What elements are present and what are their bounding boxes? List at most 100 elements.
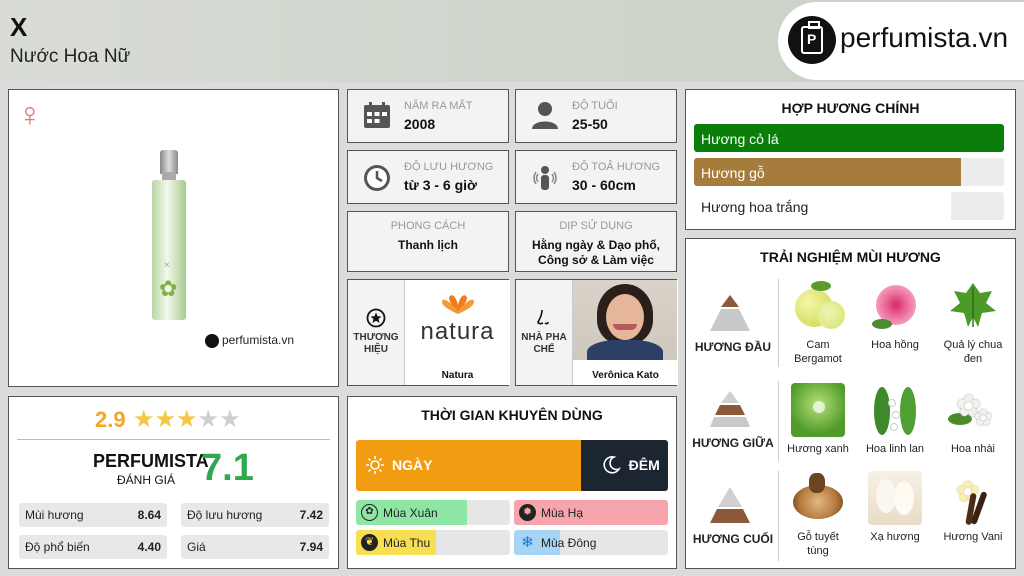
info-year: Năm ra mắt 2008 [347,89,509,143]
longevity-label: Độ lưu hương [404,161,494,173]
accords-title: HỢP HƯƠNG CHÍNH [781,100,920,116]
note-bergamot[interactable]: Cam Bergamot [786,279,850,366]
style-label: PHONG CÁCH [390,220,466,232]
brand-label: THƯƠNG HIỆU [353,332,399,355]
metric-popularity: Độ phổ biến 4.40 [19,535,167,559]
perfumista-rating-sub: ĐÁNH GIÁ [117,473,176,487]
header: X Nước Hoa Nữ P perfumista.vn [0,0,1024,82]
year-value: 2008 [404,116,436,132]
note-label: Hoa nhài [950,443,996,455]
metric-value: 4.40 [137,540,161,554]
note-label: Hương Vani [943,531,1003,543]
image-watermark: perfumista.vn [205,333,294,348]
watermark-text: perfumista.vn [222,333,295,347]
product-title: X [10,12,28,42]
note-cedarwood[interactable]: Gỗ tuyết tùng [786,471,850,558]
info-age: Độ tuổi 25-50 [515,89,677,143]
night-segment: ĐÊM [580,440,668,491]
star-icon: ★ [176,406,198,433]
middle-notes-label: HƯƠNG GIỮA [692,436,774,450]
pyramid-middle-icon [710,391,750,427]
clock-icon [364,165,390,191]
moon-icon [603,456,621,474]
accord-label: Hương hoa trắng [701,199,809,215]
rating-divider [17,439,330,440]
note-label: Xạ hương [870,531,920,543]
season-label: Mùa Hạ [541,506,584,520]
note-green[interactable]: Hương xanh [786,383,850,456]
season-label: Mùa Xuân [383,506,438,520]
notes-divider [778,381,779,461]
rating-card: 2.9 ★★★★★ PERFUMISTA ĐÁNH GIÁ 7.1 Mùi hư… [8,396,339,569]
sun-icon: ✹ [519,504,536,521]
info-longevity: Độ lưu hương từ 3 - 6 giờ [347,150,509,204]
info-sillage: Độ toả hương 30 - 60cm [515,150,677,204]
night-label: ĐÊM [628,457,660,473]
nose-icon [534,308,554,328]
note-musk[interactable]: Xạ hương [863,471,927,544]
perfumer-name: Verônica Kato [592,370,659,381]
perfumer-photo-box[interactable]: Verônica Kato [572,280,678,385]
note-label: Gỗ tuyết tùng [797,531,839,557]
note-blackcurrant[interactable]: Quả lý chua đen [941,279,1005,366]
product-image-card: ♀ × ✿ perfumista.vn [8,89,339,387]
accord-label: Hương cỏ lá [701,131,779,147]
site-name: perfumista.vn [840,22,1009,53]
note-vanilla[interactable]: ✿ Hương Vani [941,471,1005,544]
time-usage-card: THỜI GIAN KHUYÊN DÙNG NGÀY ĐÊM ✿ Mùa Xuâ… [347,396,677,569]
site-logo[interactable]: P perfumista.vn [778,2,1024,80]
user-rating-score: 2.9 [95,407,126,432]
occasion-label: DỊP SỬ DỤNG [559,220,633,232]
top-notes-label: HƯƠNG ĐẦU [694,340,772,354]
info-perfumer: NHÀ PHA CHẾ Verônica Kato [515,279,678,386]
sun-icon [366,456,384,474]
perfume-bottle-logo-icon: P [788,16,836,64]
scent-title: TRẢI NGHIỆM MÙI HƯƠNG [760,249,941,265]
info-brand: THƯƠNG HIỆU natura Natura [347,279,510,386]
note-label: Cam Bergamot [794,339,842,365]
metric-value: 8.64 [137,508,161,522]
star-icon: ★ [154,406,177,433]
note-jasmine[interactable]: ✿ ✿ Hoa nhài [941,383,1005,456]
product-category: Nước Hoa Nữ [10,46,131,67]
star-rating[interactable]: ★★★★★ [133,405,241,434]
season-label: Mùa Thu [383,536,431,550]
sillage-person-icon [533,166,557,190]
metric-scent: Mùi hương 8.64 [19,503,167,527]
star-icon: ★ [133,406,155,433]
sillage-label: Độ toả hương [572,161,661,173]
main-accords-card: HỢP HƯƠNG CHÍNH Hương cỏ lá Hương gỗ Hươ… [685,89,1016,230]
note-label: Hương xanh [787,443,849,455]
longevity-value: từ 3 - 6 giờ [404,177,477,193]
perfumista-watermark-icon [205,333,219,348]
accord-bar: Hương cỏ lá [694,124,1004,152]
metric-label: Độ phổ biến [25,540,90,554]
metric-price: Giá 7.94 [181,535,329,559]
star-empty-icon: ★ [219,406,241,433]
metric-label: Mùi hương [25,508,84,522]
notes-divider [778,471,779,561]
season-winter: ❄ Mùa Đông [514,530,668,555]
person-icon [532,102,558,129]
brand-logo-text: natura [420,318,495,345]
pyramid-base-icon [710,487,750,523]
brand-name: Natura [441,370,474,381]
info-occasion: DỊP SỬ DỤNG Hằng ngày & Dạo phố, Công sở… [515,211,677,272]
accord-bar: Hương hoa trắng [694,192,1004,220]
snowflake-icon: ❄ [521,534,534,551]
perfumer-label: NHÀ PHA CHẾ [521,332,567,355]
age-value: 25-50 [572,116,608,132]
brand-logo-box[interactable]: natura Natura [404,280,510,385]
season-spring: ✿ Mùa Xuân [356,500,510,525]
accord-label: Hương gỗ [701,165,765,181]
pyramid-top-icon [710,295,750,331]
note-lily-of-valley[interactable]: Hoa linh lan [863,383,927,456]
year-label: Năm ra mắt [404,100,473,112]
season-summer: ✹ Mùa Hạ [514,500,668,525]
note-rose[interactable]: Hoa hồng [863,279,927,352]
info-style: PHONG CÁCH Thanh lịch [347,211,509,272]
note-label: Hoa linh lan [865,443,925,455]
day-night-bar: NGÀY ĐÊM [356,440,668,491]
base-notes-label: HƯƠNG CUỐI [692,532,774,546]
metric-label: Độ lưu hương [187,508,263,522]
